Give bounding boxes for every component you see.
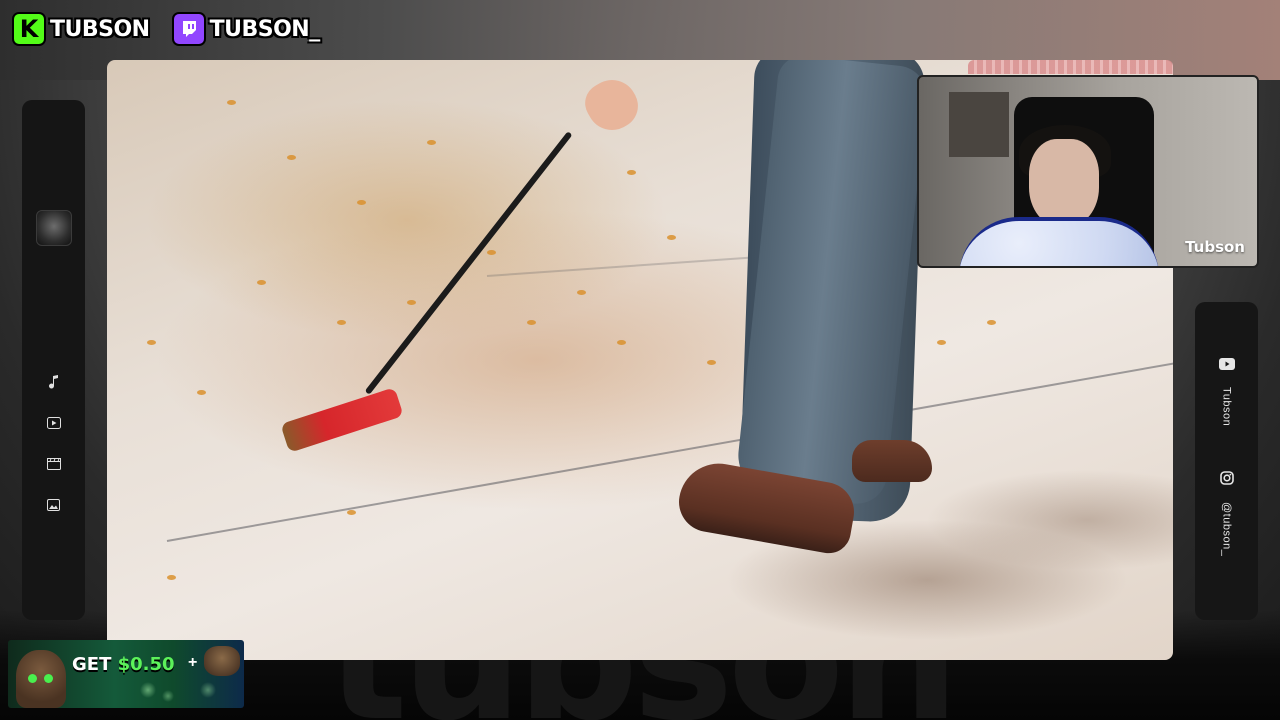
shoe-back bbox=[852, 440, 932, 482]
kick-handle: TUBSON bbox=[50, 16, 150, 42]
promo-eye bbox=[28, 674, 37, 683]
youtube-handle[interactable]: Tubson bbox=[1195, 387, 1258, 426]
webcam-top-strip bbox=[968, 60, 1173, 74]
broom-handle bbox=[364, 131, 573, 395]
youtube-icon[interactable] bbox=[1195, 354, 1258, 374]
right-social-panel: Tubson @tubson_ bbox=[1195, 302, 1258, 620]
promo-banner[interactable]: GET $0.50 + bbox=[8, 640, 244, 708]
leaf bbox=[427, 140, 436, 145]
music-note-icon[interactable] bbox=[22, 372, 85, 392]
instagram-handle-text: @tubson_ bbox=[1220, 502, 1233, 557]
leaf bbox=[487, 250, 496, 255]
promo-stone bbox=[204, 646, 240, 676]
instagram-icon[interactable] bbox=[1195, 468, 1258, 488]
leaf bbox=[197, 390, 206, 395]
promo-plus: + bbox=[188, 654, 198, 671]
social-badges: K TUBSON TUBSON_ bbox=[12, 12, 320, 46]
play-video-icon[interactable] bbox=[22, 413, 85, 433]
leaf bbox=[577, 290, 586, 295]
leaf bbox=[167, 575, 176, 580]
person-face bbox=[1029, 139, 1099, 227]
promo-text: GET $0.50 bbox=[72, 654, 175, 675]
promo-amount: $0.50 bbox=[117, 654, 175, 675]
leaf bbox=[627, 170, 636, 175]
leaf bbox=[527, 320, 536, 325]
promo-prefix: GET bbox=[72, 654, 118, 675]
leaf bbox=[357, 200, 366, 205]
leaf bbox=[937, 340, 946, 345]
youtube-handle-text: Tubson bbox=[1220, 387, 1233, 427]
leaf bbox=[987, 320, 996, 325]
leaf bbox=[257, 280, 266, 285]
broom-head bbox=[280, 387, 404, 453]
leaf bbox=[147, 340, 156, 345]
webcam-feed: Tubson bbox=[917, 75, 1259, 268]
twitch-icon bbox=[171, 12, 206, 46]
image-icon[interactable] bbox=[22, 495, 85, 515]
streamer-avatar bbox=[36, 210, 72, 246]
leaf bbox=[617, 340, 626, 345]
promo-character bbox=[16, 650, 66, 708]
leaf bbox=[407, 300, 416, 305]
twitch-handle: TUBSON_ bbox=[209, 16, 321, 42]
hand bbox=[577, 70, 647, 140]
instagram-handle[interactable]: @tubson_ bbox=[1195, 502, 1258, 556]
leaf bbox=[227, 100, 236, 105]
promo-eye bbox=[44, 674, 53, 683]
person-shirt bbox=[959, 217, 1159, 266]
twitch-badge: TUBSON_ bbox=[171, 12, 321, 46]
background-photo bbox=[949, 92, 1009, 157]
film-clapper-icon[interactable] bbox=[22, 454, 85, 474]
leaf bbox=[347, 510, 356, 515]
webcam-name-label: Tubson bbox=[1185, 238, 1245, 256]
leaf bbox=[707, 360, 716, 365]
leaf bbox=[667, 235, 676, 240]
left-sidebar bbox=[22, 100, 85, 620]
kick-badge: K TUBSON bbox=[12, 12, 150, 46]
leaf bbox=[337, 320, 346, 325]
kick-icon: K bbox=[12, 12, 46, 46]
sidewalk-crack bbox=[166, 349, 1173, 542]
leaf bbox=[287, 155, 296, 160]
